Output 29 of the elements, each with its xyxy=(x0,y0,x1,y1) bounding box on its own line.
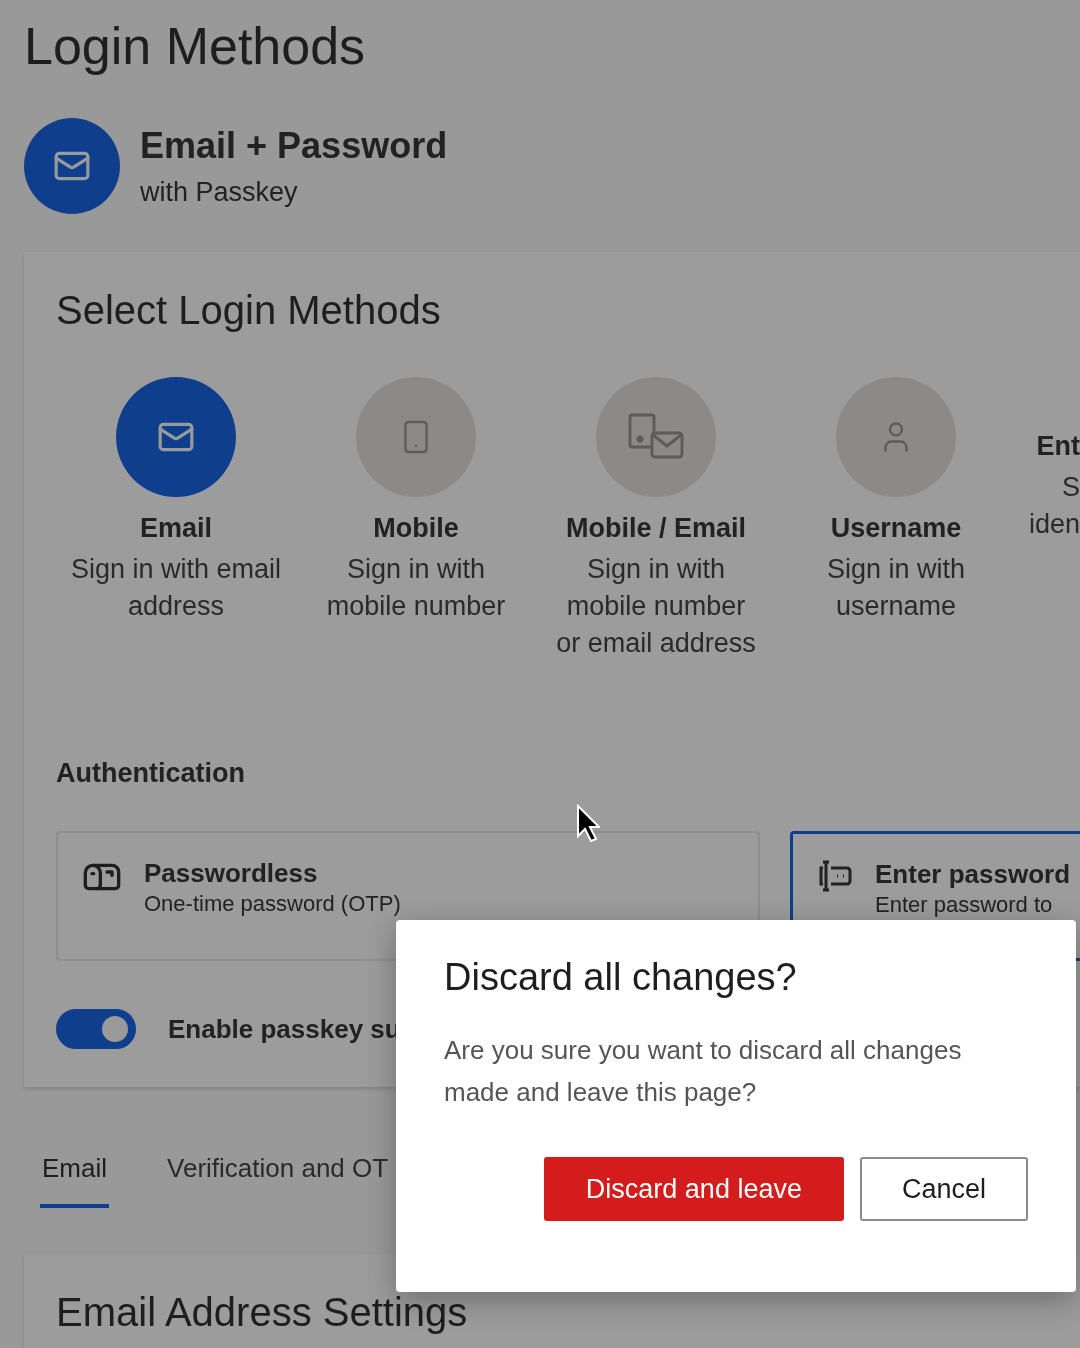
method-description: Sign in with username xyxy=(826,553,966,623)
auth-option-description: One-time password (OTP) xyxy=(144,891,401,917)
auth-option-title: Passwordless xyxy=(144,857,319,889)
text-cursor-icon xyxy=(817,858,853,894)
tab[interactable]: Verification and OT xyxy=(165,1153,391,1208)
card-heading: Email Address Settings xyxy=(56,1290,469,1335)
discard-button[interactable]: Discard and leave xyxy=(543,1157,844,1221)
auth-option-description: Enter password to xyxy=(875,892,1054,918)
section-label: Authentication xyxy=(56,758,246,789)
tab[interactable]: Email xyxy=(40,1153,109,1208)
method-name: Ent xyxy=(1036,430,1080,463)
dialog-message: Are you sure you want to discard all changes made and leave this page? xyxy=(444,1034,963,1109)
method-subtitle: with Passkey xyxy=(140,176,299,208)
method-name: Email xyxy=(139,512,212,545)
method-name: Mobile xyxy=(373,512,459,545)
method-name: Username xyxy=(830,512,962,545)
method-title: Email + Password xyxy=(140,124,448,167)
method-name: Mobile / Email xyxy=(565,512,746,545)
method-description: Sign in with mobile number xyxy=(326,553,506,623)
cancel-button[interactable]: Cancel xyxy=(859,1157,1028,1221)
method-description: Sign in with email address xyxy=(70,553,282,623)
page-title: Login Methods xyxy=(24,16,367,77)
passkey-toggle[interactable] xyxy=(56,1009,136,1049)
phone-mail-icon xyxy=(628,413,684,461)
auth-option-title: Enter password xyxy=(875,858,1071,890)
method-description: Sign in with mobile number or email address xyxy=(556,553,756,660)
method-description: S iden xyxy=(1028,471,1080,541)
card-heading: Select Login Methods xyxy=(56,288,442,333)
cursor-icon xyxy=(576,804,600,842)
